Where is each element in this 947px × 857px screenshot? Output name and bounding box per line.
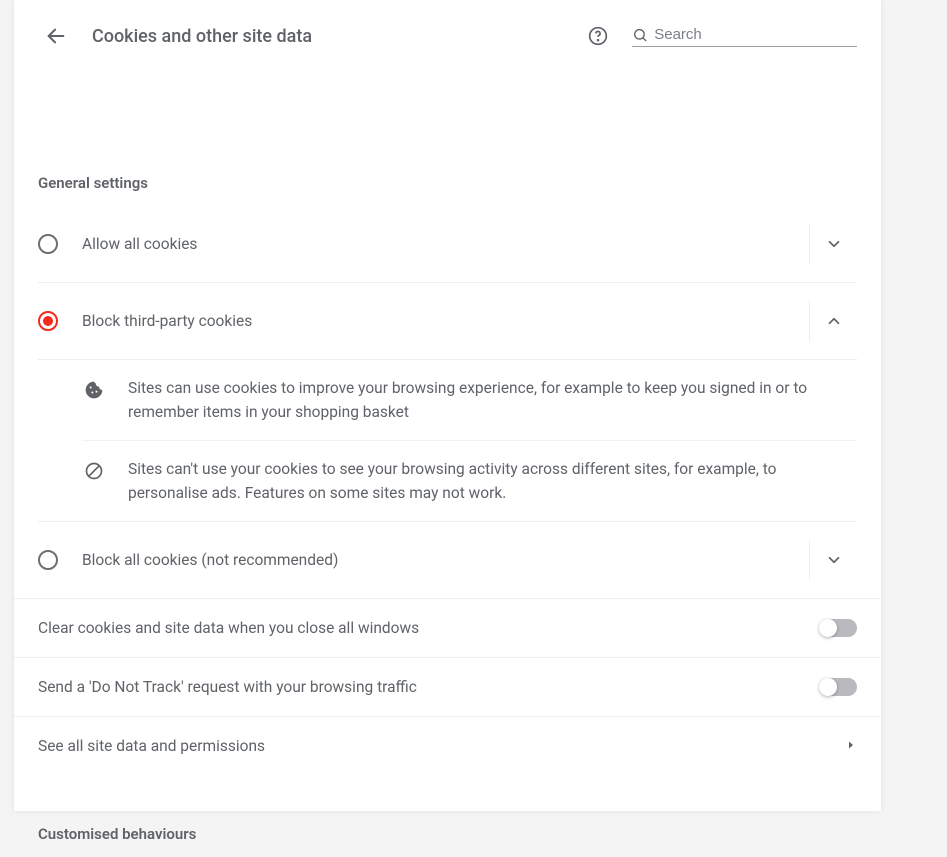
custom-section: Customised behaviours xyxy=(14,775,881,857)
detail-block-text: Sites can't use your cookies to see your… xyxy=(128,457,857,505)
row-see-all-data[interactable]: See all site data and permissions xyxy=(14,716,881,775)
do-not-track-label: Send a 'Do Not Track' request with your … xyxy=(38,678,819,696)
cookie-icon xyxy=(82,378,106,402)
clear-on-close-label: Clear cookies and site data when you clo… xyxy=(38,619,819,637)
detail-allow-text: Sites can use cookies to improve your br… xyxy=(128,376,857,424)
expand-allow-all[interactable] xyxy=(809,224,857,264)
content: General settings Allow all cookies Block… xyxy=(14,54,881,598)
help-icon xyxy=(588,26,608,46)
page-title: Cookies and other site data xyxy=(92,26,564,47)
detail-block-info: Sites can't use your cookies to see your… xyxy=(82,440,857,521)
chevron-down-icon xyxy=(825,551,843,569)
search-icon xyxy=(632,26,648,44)
arrow-right-icon xyxy=(845,737,857,755)
block-third-details: Sites can use cookies to improve your br… xyxy=(38,359,857,521)
option-block-third-party[interactable]: Block third-party cookies xyxy=(38,282,857,359)
toggle-do-not-track[interactable] xyxy=(819,678,857,696)
expand-block-all[interactable] xyxy=(809,540,857,580)
section-custom-title: Customised behaviours xyxy=(38,775,857,857)
row-do-not-track: Send a 'Do Not Track' request with your … xyxy=(14,657,881,716)
header: Cookies and other site data xyxy=(14,0,881,54)
search-input[interactable] xyxy=(654,26,857,43)
section-general-title: General settings xyxy=(38,54,857,206)
collapse-block-third[interactable] xyxy=(809,301,857,341)
chevron-down-icon xyxy=(825,235,843,253)
radio-block-third-party[interactable] xyxy=(38,311,58,331)
toggle-clear-on-close[interactable] xyxy=(819,619,857,637)
block-icon xyxy=(82,459,106,483)
see-all-label: See all site data and permissions xyxy=(38,737,845,755)
search-field[interactable] xyxy=(632,26,857,47)
chevron-up-icon xyxy=(825,312,843,330)
option-allow-all-label: Allow all cookies xyxy=(82,235,797,253)
arrow-left-icon xyxy=(45,25,67,47)
radio-block-all[interactable] xyxy=(38,550,58,570)
toggle-knob xyxy=(819,678,837,696)
back-button[interactable] xyxy=(38,18,74,54)
radio-dot xyxy=(43,316,53,326)
help-button[interactable] xyxy=(582,20,614,52)
cookie-options-group: Allow all cookies Block third-party cook… xyxy=(38,206,857,598)
settings-panel: Cookies and other site data General sett… xyxy=(14,0,881,811)
row-clear-on-close: Clear cookies and site data when you clo… xyxy=(14,598,881,657)
option-allow-all[interactable]: Allow all cookies xyxy=(38,206,857,282)
detail-allow-info: Sites can use cookies to improve your br… xyxy=(82,360,857,440)
radio-allow-all[interactable] xyxy=(38,234,58,254)
option-block-all[interactable]: Block all cookies (not recommended) xyxy=(38,521,857,598)
option-block-all-label: Block all cookies (not recommended) xyxy=(82,551,797,569)
option-block-third-label: Block third-party cookies xyxy=(82,312,797,330)
toggle-knob xyxy=(819,619,837,637)
